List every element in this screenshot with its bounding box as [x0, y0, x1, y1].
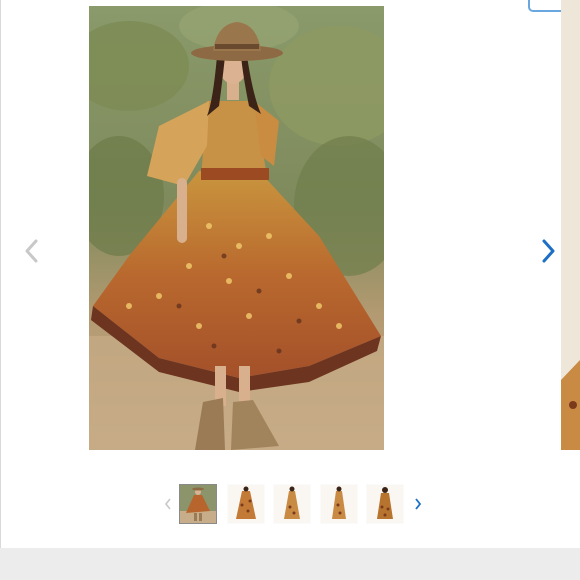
thumbnail-2[interactable] — [227, 484, 265, 524]
footer-bar — [0, 548, 580, 580]
carousel-prev-button[interactable] — [18, 234, 44, 268]
thumbnail-1[interactable] — [179, 484, 217, 524]
thumbnail-3[interactable] — [273, 484, 311, 524]
thumbnail-image — [321, 485, 357, 523]
carousel-next-button[interactable] — [536, 234, 562, 268]
chevron-left-icon — [25, 239, 38, 263]
product-photo-illustration — [89, 6, 384, 450]
next-image-peek — [561, 0, 580, 450]
thumbnail-image — [228, 485, 264, 523]
thumbnail-image — [180, 485, 216, 523]
chevron-right-icon — [542, 239, 555, 263]
thumbnail-image — [274, 485, 310, 523]
thumbnail-5[interactable] — [366, 484, 404, 524]
thumbnail-next-button[interactable] — [412, 496, 424, 512]
thumbnail-4[interactable] — [320, 484, 358, 524]
chevron-left-icon — [164, 498, 171, 510]
next-image-preview — [561, 0, 580, 450]
thumbnail-prev-button[interactable] — [162, 496, 174, 512]
thumbnail-strip — [0, 484, 580, 528]
thumbnail-image — [367, 485, 403, 523]
chevron-right-icon — [415, 498, 422, 510]
main-product-image[interactable] — [89, 6, 384, 450]
product-image-carousel — [0, 0, 580, 470]
